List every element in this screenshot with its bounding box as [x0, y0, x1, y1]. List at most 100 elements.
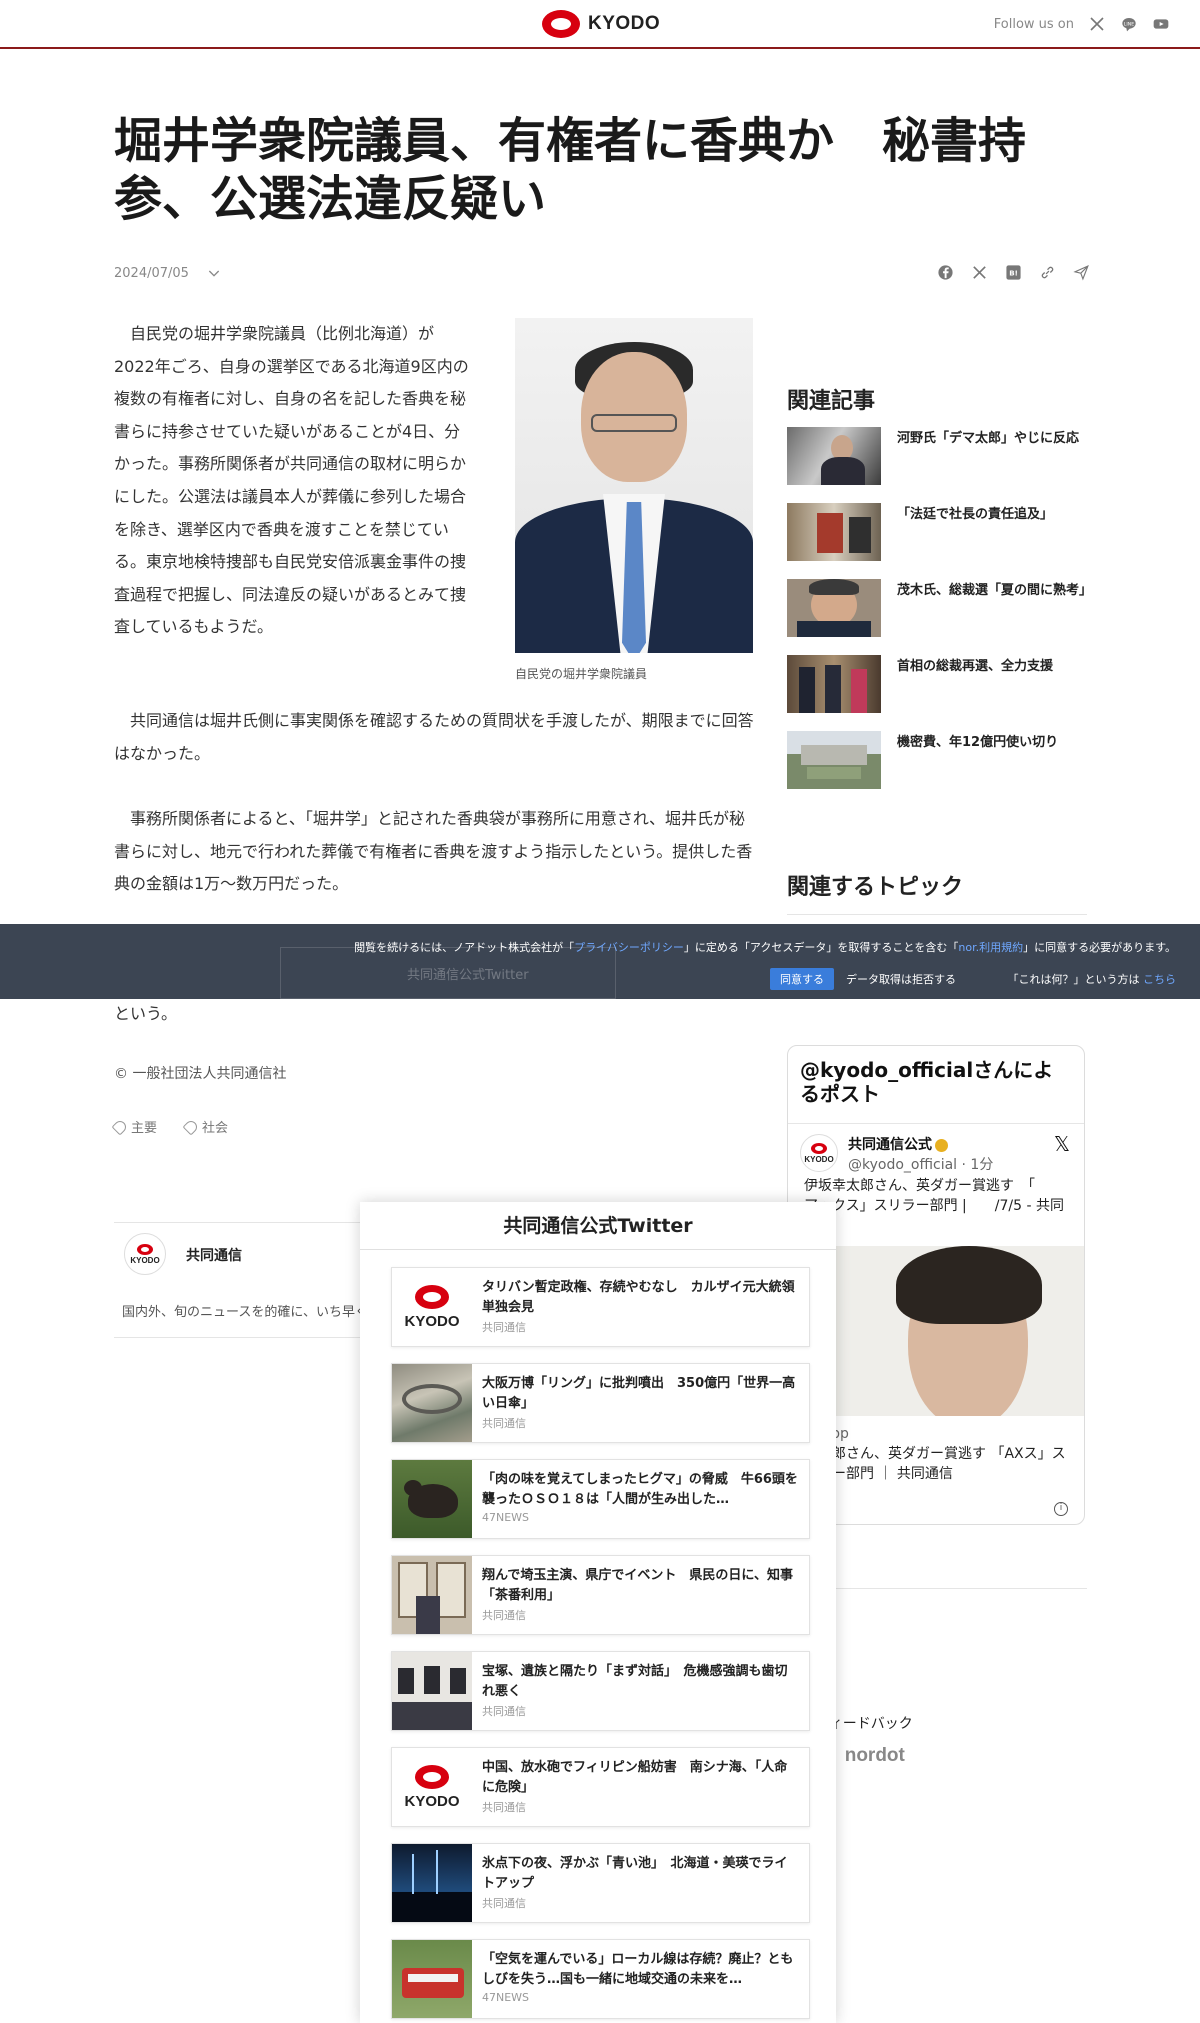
article-figure: 自民党の堀井学衆院議員 [515, 318, 753, 682]
link-icon[interactable] [1038, 263, 1056, 281]
article-paragraph-1: 自民党の堀井学衆院議員（比例北海道）が2022年ごろ、自身の選挙区である北海道9… [114, 324, 469, 637]
svg-text:LINE: LINE [1124, 21, 1134, 27]
popup-item-title: 氷点下の夜、浮かぶ「青い池」 北海道・美瑛でライトアップ [482, 1856, 788, 1891]
nordot-logo[interactable]: nordot [845, 1745, 905, 1767]
popup-item-title: 中国、放水砲でフィリピン船妨害 南シナ海、「人命に危険」 [482, 1760, 788, 1795]
popup-item-source: 共同通信 [482, 1417, 526, 1430]
article-date: 2024/07/05 [114, 265, 189, 281]
facebook-icon[interactable] [936, 263, 954, 281]
tweet-link-card[interactable]: ot.app 幸太郎さん、英ダガー賞逃す 「AXス」スリラー部門 ｜ 共同通信 [804, 1424, 1074, 1484]
related-list: 河野氏「デマ太郎」やじに反応 「法廷で社長の責任追及」 茂木氏、総裁選「夏の間に… [787, 427, 1093, 807]
popup-item-source: 47NEWS [482, 1991, 530, 2004]
twitter-embed-header: @kyodo_officialさんによるポスト [788, 1046, 1084, 1124]
dateline: 2024/07/05 [114, 264, 223, 282]
popup-item[interactable]: 「空気を運んでいる」ローカル線は存続？廃止？ともしびを失う…国も一緒に地域交通の… [391, 1939, 810, 2019]
related-title-text: 茂木氏、総裁選「夏の間に熟考」 [897, 583, 1093, 598]
tweet-link-domain: ot.app [804, 1424, 1074, 1444]
tag-label: 社会 [202, 1121, 229, 1136]
popup-item[interactable]: KYODO 中国、放水砲でフィリピン船妨害 南シナ海、「人命に危険」 共同通信 [391, 1747, 810, 1827]
tweet-handle: @kyodo_official · 1分 [848, 1157, 994, 1173]
author-card[interactable]: KYODO 共同通信 国内外、旬のニュースを的確に、いち早く [114, 1222, 360, 1338]
popup-thumbnail: KYODO [392, 1748, 472, 1826]
popup-item[interactable]: 氷点下の夜、浮かぶ「青い池」 北海道・美瑛でライトアップ 共同通信 [391, 1843, 810, 1923]
related-thumbnail [787, 579, 881, 637]
what-is-this-link[interactable]: こちら [1143, 973, 1176, 986]
tag-label: 主要 [131, 1121, 158, 1136]
copyright: © 一般社団法人共同通信社 [114, 1066, 287, 1082]
popup-item-title: 大阪万博「リング」に批判噴出 350億円「世界一高い日傘」 [482, 1376, 796, 1411]
ghost-embed-label: 共同通信公式Twitter [280, 947, 616, 999]
popup-item[interactable]: 宝塚、遺族と隔たり「まず対話」 危機感強調も歯切れ悪く 共同通信 [391, 1651, 810, 1731]
tweet-author[interactable]: KYODO 共同通信公式 @kyodo_official · 1分 [800, 1134, 993, 1174]
agree-button[interactable]: 同意する [770, 968, 834, 990]
terms-link[interactable]: nor.利用規約 [958, 941, 1023, 954]
hatena-icon[interactable]: B! [1004, 263, 1022, 281]
tag-list: 主要 社会 [111, 1117, 229, 1136]
author-description: 国内外、旬のニュースを的確に、いち早く [122, 1305, 360, 1320]
popup-item-title: 宝塚、遺族と隔たり「まず対話」 危機感強調も歯切れ悪く [482, 1664, 788, 1699]
kyodo-logo-mark [542, 10, 580, 38]
tag-icon [111, 1118, 129, 1135]
popup-item[interactable]: 大阪万博「リング」に批判噴出 350億円「世界一高い日傘」 共同通信 [391, 1363, 810, 1443]
popup-thumbnail [392, 1652, 472, 1730]
tweet-author-name: 共同通信公式 [848, 1134, 993, 1154]
popup-item-title: タリバン暫定政権、存続やむなし カルザイ元大統領単独会見 [482, 1280, 795, 1315]
chevron-down-icon[interactable] [205, 264, 223, 282]
related-thumbnail [787, 655, 881, 713]
related-item[interactable]: 首相の総裁再選、全力支援 [787, 655, 1087, 731]
popup-item-source: 共同通信 [482, 1801, 526, 1814]
popup-thumbnail [392, 1940, 472, 2018]
popup-item-source: 共同通信 [482, 1609, 526, 1622]
tag-main[interactable]: 主要 [111, 1117, 158, 1136]
site-header: KYODO Follow us on LINE [0, 0, 1200, 49]
popup-item[interactable]: 「肉の味を覚えてしまったヒグマ」の脅威 牛66頭を襲ったＯＳＯ１８は「人間が生み… [391, 1459, 810, 1539]
youtube-icon[interactable] [1152, 15, 1170, 33]
popup-item-source: 共同通信 [482, 1705, 526, 1718]
image-caption: 自民党の堀井学衆院議員 [515, 667, 648, 681]
popup-title: 共同通信公式Twitter [360, 1202, 836, 1250]
send-icon[interactable] [1072, 263, 1090, 281]
author-avatar: KYODO [124, 1233, 166, 1275]
popup-thumbnail [392, 1364, 472, 1442]
line-icon[interactable]: LINE [1120, 15, 1138, 33]
kyodo-logo[interactable]: KYODO [542, 9, 660, 39]
info-icon[interactable]: i [1054, 1502, 1068, 1516]
popup-list: KYODO タリバン暫定政権、存続やむなし カルザイ元大統領単独会見 共同通信 … [391, 1267, 810, 2023]
share-bar: B! [936, 263, 1090, 281]
related-title-text: 「法廷で社長の責任追及」 [897, 507, 1054, 522]
logo-text: KYODO [588, 13, 661, 34]
related-item[interactable]: 「法廷で社長の責任追及」 [787, 503, 1087, 579]
article-paragraph-3: 事務所関係者によると、「堀井学」と記された香典袋が事務所に用意され、堀井氏が秘書… [114, 809, 753, 894]
tag-society[interactable]: 社会 [182, 1117, 229, 1136]
popup-item[interactable]: 翔んで埼玉主演、県庁でイベント 県民の日に、知事「茶番利用」 共同通信 [391, 1555, 810, 1635]
twitter-popup: 共同通信公式Twitter KYODO タリバン暫定政権、存続やむなし カルザイ… [360, 1202, 836, 2023]
popup-item-source: 47NEWS [482, 1511, 530, 1524]
tweet-text: 伊坂幸太郎さん、英ダガー賞逃す 「 アックス」スリラー部門 | /7/5 - 共… [804, 1178, 1064, 1234]
related-thumbnail [787, 731, 881, 789]
consent-what: 「これは何？」という方は こちら [1007, 973, 1177, 986]
related-title-text: 機密費、年12億円使い切り [897, 735, 1059, 750]
x-icon[interactable] [1088, 15, 1106, 33]
related-thumbnail [787, 427, 881, 485]
related-title-text: 河野氏「デマ太郎」やじに反応 [897, 431, 1080, 446]
article-paragraph-2: 共同通信は堀井氏側に事実関係を確認するための質問状を手渡したが、期限までに回答は… [114, 711, 754, 763]
author-name: 共同通信 [186, 1248, 242, 1264]
related-item[interactable]: 河野氏「デマ太郎」やじに反応 [787, 427, 1087, 503]
consent-actions: 同意する データ取得は拒否する [770, 968, 956, 990]
topics-divider [787, 914, 1087, 915]
article-title: 堀井学衆院議員、有権者に香典か 秘書持参、公選法違反疑い [114, 113, 1027, 227]
popup-item-source: 共同通信 [482, 1897, 526, 1910]
popup-item[interactable]: KYODO タリバン暫定政権、存続やむなし カルザイ元大統領単独会見 共同通信 [391, 1267, 810, 1347]
related-item[interactable]: 機密費、年12億円使い切り [787, 731, 1087, 807]
related-thumbnail [787, 503, 881, 561]
related-item[interactable]: 茂木氏、総裁選「夏の間に熟考」 [787, 579, 1093, 655]
popup-item-title: 翔んで埼玉主演、県庁でイベント 県民の日に、知事「茶番利用」 [482, 1568, 793, 1603]
x-logo-icon[interactable]: 𝕏 [1054, 1132, 1070, 1156]
article-photo[interactable] [515, 318, 753, 653]
popup-thumbnail [392, 1844, 472, 1922]
popup-thumbnail [392, 1556, 472, 1634]
x-icon[interactable] [970, 263, 988, 281]
popup-item-title: 「肉の味を覚えてしまったヒグマ」の脅威 牛66頭を襲ったＯＳＯ１８は「人間が生み… [482, 1472, 798, 1507]
decline-link[interactable]: データ取得は拒否する [846, 971, 956, 987]
popup-item-source: 共同通信 [482, 1321, 526, 1334]
